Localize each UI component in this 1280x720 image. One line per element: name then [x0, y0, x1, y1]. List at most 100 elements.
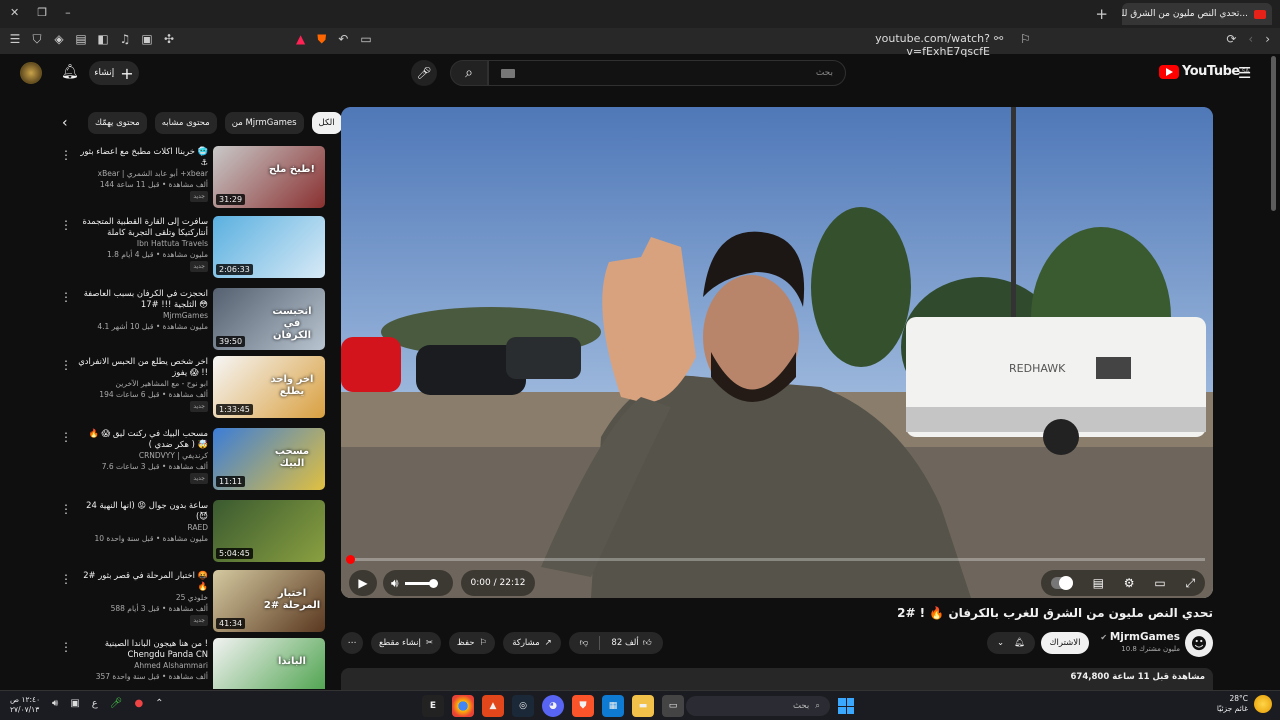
recommendation-title[interactable]: انحجزت في الكرفان بسبب العاصفة الثلجية !… [76, 288, 208, 310]
recommendation-thumbnail[interactable]: طبخ ملح! 31:29 [213, 146, 325, 208]
recommendation-item[interactable]: ⋮ اختبار المرحلة في قصر بثور #2 🤬 🔥 خلودي … [56, 568, 326, 634]
mic-tray-icon[interactable]: 🎤︎ [110, 698, 123, 709]
windows-start-icon[interactable] [838, 698, 854, 714]
maximize-window-icon[interactable]: ❐ [37, 6, 47, 19]
sidebar-icon[interactable]: ◧ [96, 32, 110, 47]
recommendation-channel[interactable]: Ahmed Alshammari [76, 660, 208, 671]
dislike-button[interactable]: 👎︎ [569, 638, 599, 648]
guide-menu-icon[interactable]: ☰ [1238, 64, 1251, 82]
recommendation-channel[interactable]: xBear | أبو عابد الشمري +xbear [76, 168, 208, 179]
app-tray-icon[interactable]: ● [134, 698, 143, 709]
recommendation-channel[interactable]: Ibn Hattuta Travels [76, 238, 208, 249]
volume-slider[interactable] [404, 578, 438, 588]
wallet-icon[interactable]: ▣ [140, 32, 154, 47]
recommendation-channel[interactable]: CRNDVYY | كرنديفي [76, 450, 208, 461]
close-window-icon[interactable]: ✕ [10, 6, 19, 19]
create-button[interactable]: إنشاء + [89, 61, 139, 85]
task-view-icon[interactable]: ▭ [662, 695, 684, 717]
volume-icon[interactable]: 🔊︎ [391, 576, 399, 591]
volume-control[interactable]: 🔊︎ [383, 570, 453, 596]
forward-icon[interactable]: › [1265, 32, 1270, 46]
chip-from-channel[interactable]: من MjrmGames [224, 112, 304, 134]
more-options-icon[interactable]: ⋮ [60, 430, 72, 444]
play-button[interactable]: ▶ [349, 570, 377, 596]
minimize-window-icon[interactable]: – [65, 6, 71, 19]
chevron-up-icon[interactable]: ⌃ [155, 698, 163, 709]
share-button[interactable]: مشاركة ↗ [503, 632, 561, 654]
file-explorer-icon[interactable]: ▬ [632, 695, 654, 717]
more-options-icon[interactable]: ⋮ [60, 572, 72, 586]
chip-related[interactable]: محتوى مشابه [154, 112, 217, 134]
screen-icon[interactable]: ▭ [360, 32, 371, 47]
recommendation-item[interactable]: ⋮ 24 ساعة بدون جوال 😡 (انها النهية 😈) RAED… [56, 498, 326, 564]
progress-scrubber[interactable] [346, 555, 355, 564]
brave-icon[interactable]: ⛊ [572, 695, 594, 717]
discord-icon[interactable]: ◕ [542, 695, 564, 717]
save-button[interactable]: حفظ ⚐ [449, 632, 495, 654]
like-button[interactable]: 82 ألف 👍︎ [600, 638, 663, 648]
scrollbar[interactable] [1271, 56, 1276, 211]
shield-icon[interactable]: ⛉ [30, 32, 44, 47]
voice-search-button[interactable]: 🎤︎ [411, 60, 437, 86]
settings-gear-icon[interactable]: ⚙ [1124, 576, 1135, 590]
recommendation-item[interactable]: ⋮ سافرت إلى القارة القطبية المتجمدة أنتار… [56, 214, 326, 280]
steam-icon[interactable]: ◎ [512, 695, 534, 717]
avatar[interactable] [20, 62, 42, 84]
recommendation-thumbnail[interactable]: انحبست في الكرفان 39:50 [213, 288, 325, 350]
recommendation-channel[interactable]: RAED [76, 522, 208, 533]
weather-widget[interactable]: 28°C غائم جزئيًا [1217, 694, 1272, 714]
chevron-left-icon[interactable]: ‹ [62, 115, 80, 131]
chip-for-you[interactable]: محتوى يهمّك [88, 112, 147, 134]
more-options-icon[interactable]: ⋮ [60, 502, 72, 516]
brave-shield-icon[interactable]: ⛊ [317, 32, 326, 47]
search-input[interactable]: بحث [488, 60, 846, 86]
keyboard-icon[interactable] [501, 68, 515, 78]
store-icon[interactable]: ▦ [602, 695, 624, 717]
recommendation-title[interactable]: سافرت إلى القارة القطبية المتجمدة أنتارك… [76, 216, 209, 238]
fullscreen-icon[interactable]: ⤢ [1185, 576, 1195, 591]
more-options-icon[interactable]: ⋮ [60, 358, 72, 372]
autoplay-toggle[interactable] [1050, 576, 1073, 590]
reload-page-icon[interactable]: ↶ [338, 32, 348, 47]
more-options-icon[interactable]: ⋮ [60, 218, 72, 232]
recommendation-title[interactable]: من هنا هيجون الباندا الصينية ! Chengdu P… [76, 638, 208, 660]
recommendation-title[interactable]: مسحب البيك في ركنت ليق 😱 🔥 🤯 ( هكر ضدي ) [76, 428, 208, 450]
progress-bar[interactable] [346, 555, 1205, 564]
recommendation-title[interactable]: خربناا اكلات مطبخ مع اعضاء بثور 🥶 ⚓ [76, 146, 208, 168]
clip-button[interactable]: إنشاء مقطع ✂ [371, 632, 441, 654]
recommendation-title[interactable]: اخر شخص يطلع من الحبس الانفرادي يفوز 😱 !… [76, 356, 208, 378]
recommendation-thumbnail[interactable]: الباندا [213, 638, 325, 689]
recommendation-channel[interactable]: MjrmGames [76, 310, 208, 321]
video-player[interactable]: REDHAWK ▶ 🔊︎ 0:00 / 22:12 ▤ ⚙ ▭ ⤢ [341, 107, 1213, 598]
more-actions-button[interactable]: ⋯ [341, 632, 363, 654]
recommendation-item[interactable]: ⋮ انحجزت في الكرفان بسبب العاصفة الثلجية … [56, 286, 326, 352]
notifications-bell-icon[interactable]: 🔔︎ [61, 64, 79, 80]
search-button[interactable]: ⌕ [450, 60, 488, 86]
back-icon[interactable]: ‹ [1248, 32, 1253, 46]
more-options-icon[interactable]: ⋮ [60, 640, 72, 654]
recommendation-thumbnail[interactable]: اختبار المرحلة #2 41:34 [213, 570, 325, 632]
recommendation-channel[interactable]: خلودي 25 [76, 592, 208, 603]
recommendation-title[interactable]: 24 ساعة بدون جوال 😡 (انها النهية 😈) [76, 500, 208, 522]
active-tab[interactable]: تحدي النص مليون من الشرق للغرب... [1122, 3, 1272, 25]
music-icon[interactable]: ♫ [118, 32, 132, 47]
recommendation-thumbnail[interactable]: 2:06:33 [213, 216, 325, 278]
new-tab-button[interactable]: + [1095, 5, 1108, 23]
recommendation-item[interactable]: ⋮ اخر شخص يطلع من الحبس الانفرادي يفوز 😱 … [56, 354, 326, 420]
network-icon[interactable]: ▣ [70, 698, 79, 709]
permissions-icon[interactable]: ⚯ [994, 32, 1003, 45]
puzzle-icon[interactable]: ✣ [162, 32, 176, 47]
app-orange-icon[interactable]: ▲ [482, 695, 504, 717]
theater-mode-icon[interactable]: ▭ [1154, 576, 1165, 590]
clock[interactable]: ١٢:٤٠ ص ٢٧/٠٧/١٣ [10, 695, 40, 715]
speaker-icon[interactable]: 🔊︎ [52, 698, 58, 709]
menu-icon[interactable]: ☰ [8, 32, 22, 47]
rewards-icon[interactable]: ▲ [296, 32, 305, 47]
youtube-logo[interactable]: YouTube SA [1159, 64, 1249, 79]
taskbar-search[interactable]: بحث ⌕ [686, 696, 830, 716]
history-icon[interactable]: ▤ [74, 32, 88, 47]
chrome-icon[interactable] [452, 695, 474, 717]
subtitles-icon[interactable]: ▤ [1093, 576, 1104, 590]
recommendation-thumbnail[interactable]: 5:04:45 [213, 500, 325, 562]
bookmark-icon[interactable]: ⚐ [1020, 32, 1031, 46]
